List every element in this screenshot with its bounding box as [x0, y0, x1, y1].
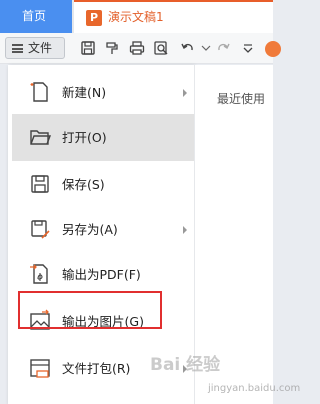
menu-item-package-label: 文件打包(R) — [62, 361, 131, 376]
avatar[interactable] — [265, 41, 281, 57]
format-painter-icon[interactable] — [104, 40, 120, 56]
folder-open-icon — [30, 130, 52, 145]
quick-access-toolbar: 文件 — [0, 33, 281, 64]
package-icon — [30, 359, 50, 378]
menu-item-new-label: 新建(N) — [62, 85, 107, 100]
tab-document[interactable]: P 演示文稿1 — [74, 0, 273, 33]
undo-icon[interactable] — [180, 40, 196, 56]
print-preview-icon[interactable] — [153, 40, 169, 56]
save-as-icon — [31, 220, 50, 239]
more-icon[interactable] — [240, 40, 256, 56]
redo-icon[interactable] — [215, 40, 231, 56]
submenu-arrow-icon — [183, 89, 187, 97]
export-pdf-icon — [30, 264, 48, 284]
new-file-icon — [30, 82, 48, 102]
document-title: 演示文稿1 — [108, 10, 164, 24]
menu-item-open[interactable]: 打开(O) — [12, 114, 194, 161]
save-icon[interactable] — [80, 40, 96, 56]
save-icon — [31, 175, 49, 193]
submenu-arrow-icon — [183, 226, 187, 234]
watermark-url: jingyan.baidu.com — [208, 383, 301, 394]
hamburger-icon — [12, 44, 23, 53]
watermark-logo: Bai 经验 — [150, 355, 221, 375]
recent-label: 最近使用 — [217, 92, 266, 106]
tab-home[interactable]: 首页 — [0, 0, 72, 33]
menu-item-save-as[interactable]: 另存为(A) — [12, 206, 194, 253]
menu-item-save[interactable]: 保存(S) — [12, 161, 194, 208]
file-menu-button[interactable]: 文件 — [5, 37, 65, 59]
tab-bar: 首页 P 演示文稿1 — [0, 0, 273, 33]
menu-item-new[interactable]: 新建(N) — [12, 69, 194, 116]
print-icon[interactable] — [129, 40, 145, 56]
presentation-icon: P — [86, 10, 102, 26]
chevron-down-icon[interactable] — [198, 40, 214, 56]
file-menu-label: 文件 — [28, 41, 53, 55]
menu-item-save-as-label: 另存为(A) — [62, 222, 118, 237]
menu-item-open-label: 打开(O) — [62, 130, 107, 145]
highlight-box — [18, 291, 162, 329]
menu-item-save-label: 保存(S) — [62, 177, 105, 192]
